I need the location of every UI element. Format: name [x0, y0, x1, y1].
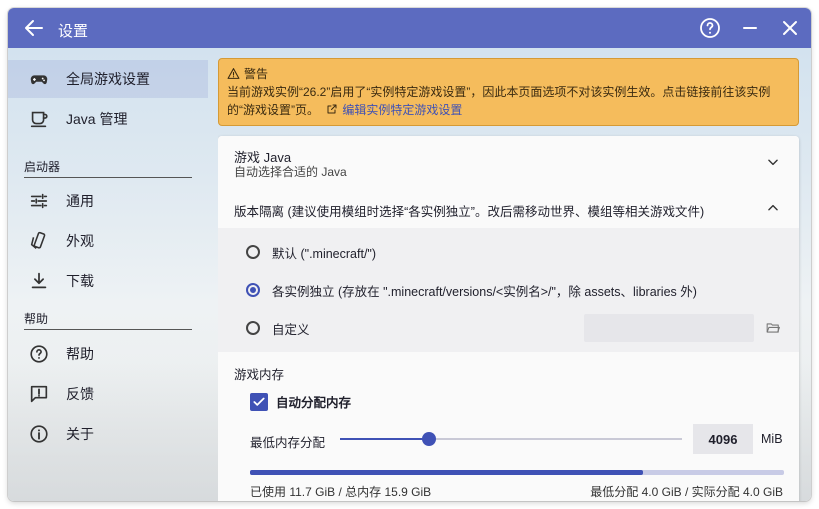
- version-isolation-row[interactable]: 版本隔离 (建议使用模组时选择“各实例独立”。改后需移动世界、模组等相关游戏文件…: [218, 188, 799, 228]
- warning-title: 警告: [244, 67, 269, 81]
- radio-label: 各实例独立 (存放在 ".minecraft/versions/<实例名>/"，…: [272, 284, 697, 299]
- sidebar: 全局游戏设置 Java 管理 启动器 通用 外观 下载 帮助 帮助 反馈 关于: [8, 48, 208, 501]
- radio-option-custom[interactable]: 自定义: [246, 318, 310, 338]
- radio-button[interactable]: [246, 245, 260, 259]
- radio-button[interactable]: [246, 321, 260, 335]
- warning-body: 当前游戏实例“26.2”启用了“实例特定游戏设置”，因此本页面选项不对该实例生效…: [227, 83, 792, 119]
- warning-header: 警告: [227, 65, 268, 82]
- version-isolation-options: 默认 (".minecraft/") 各实例独立 (存放在 ".minecraf…: [218, 228, 799, 353]
- sidebar-item-label: 全局游戏设置: [66, 71, 150, 87]
- sidebar-item-appearance[interactable]: 外观: [8, 222, 208, 260]
- edit-instance-settings-link[interactable]: 编辑实例特定游戏设置: [342, 103, 462, 117]
- memory-usage-text: 已使用 11.7 GiB / 总内存 15.9 GiB: [250, 485, 432, 499]
- info-icon: [30, 425, 48, 443]
- memory-slider-fill: [340, 438, 429, 440]
- settings-window: 设置 全局游戏设置 Java 管理 启动器 通用 外观 下载 帮助 帮助 反馈 …: [8, 8, 811, 501]
- chevron-up-icon[interactable]: [766, 201, 780, 215]
- auto-memory-label: 自动分配内存: [276, 396, 352, 410]
- sidebar-item-global-game-settings[interactable]: 全局游戏设置: [8, 60, 208, 98]
- cup-icon: [30, 111, 48, 128]
- sidebar-item-download[interactable]: 下载: [8, 262, 208, 300]
- download-icon: [31, 272, 47, 289]
- help-icon: [30, 345, 48, 363]
- auto-memory-checkbox[interactable]: [250, 392, 268, 411]
- external-link-icon: [327, 104, 337, 114]
- sidebar-item-label: 通用: [66, 193, 94, 209]
- minimize-icon[interactable]: [738, 16, 762, 40]
- memory-unit: MiB: [761, 432, 783, 446]
- min-memory-value-input[interactable]: 4096: [693, 424, 753, 454]
- radio-label: 默认 (".minecraft/"): [272, 246, 377, 261]
- check-icon: [253, 397, 265, 406]
- warning-banner: 警告 当前游戏实例“26.2”启用了“实例特定游戏设置”，因此本页面选项不对该实…: [218, 58, 799, 126]
- sidebar-item-help[interactable]: 帮助: [8, 335, 208, 373]
- sidebar-item-label: Java 管理: [66, 111, 128, 127]
- sidebar-item-general[interactable]: 通用: [8, 182, 208, 220]
- title-bar: 设置: [8, 8, 811, 48]
- folder-icon[interactable]: [766, 322, 780, 334]
- min-memory-label: 最低内存分配: [250, 436, 326, 450]
- sidebar-item-label: 外观: [66, 233, 94, 249]
- sidebar-item-label: 关于: [66, 426, 94, 442]
- custom-path-input[interactable]: [584, 314, 754, 342]
- version-isolation-title: 版本隔离 (建议使用模组时选择“各实例独立”。改后需移动世界、模组等相关游戏文件…: [234, 205, 705, 219]
- sidebar-item-label: 帮助: [66, 346, 94, 362]
- sidebar-item-feedback[interactable]: 反馈: [8, 375, 208, 413]
- radio-button[interactable]: [246, 283, 260, 297]
- memory-slider-track[interactable]: [340, 432, 682, 446]
- help-circle-icon[interactable]: [698, 16, 722, 40]
- memory-usage-bar: [250, 470, 784, 475]
- game-java-subtitle: 自动选择合适的 Java: [234, 165, 347, 179]
- game-memory-title: 游戏内存: [234, 368, 285, 382]
- radio-option-default[interactable]: 默认 (".minecraft/"): [246, 242, 376, 262]
- palette-icon: [30, 231, 46, 249]
- memory-slider-thumb[interactable]: [422, 432, 436, 446]
- settings-card: 游戏 Java 自动选择合适的 Java 版本隔离 (建议使用模组时选择“各实例…: [218, 136, 799, 501]
- feedback-icon: [30, 385, 48, 403]
- warning-triangle-icon: [227, 68, 240, 79]
- sidebar-item-java-management[interactable]: Java 管理: [8, 100, 208, 138]
- sliders-icon: [30, 193, 48, 209]
- section-heading-launcher: 启动器: [24, 158, 192, 178]
- sidebar-item-about[interactable]: 关于: [8, 415, 208, 453]
- sidebar-item-label: 下载: [66, 273, 94, 289]
- radio-label: 自定义: [272, 322, 310, 337]
- warning-text: 当前游戏实例“26.2”启用了“实例特定游戏设置”，因此本页面选项不对该实例生效…: [227, 85, 771, 117]
- chevron-down-icon[interactable]: [766, 155, 780, 169]
- auto-memory-checkbox-row[interactable]: 自动分配内存: [250, 392, 351, 411]
- radio-option-per-instance[interactable]: 各实例独立 (存放在 ".minecraft/versions/<实例名>/"，…: [246, 280, 697, 300]
- sidebar-item-label: 反馈: [66, 386, 94, 402]
- gamepad-icon: [30, 75, 48, 85]
- close-icon[interactable]: [778, 16, 802, 40]
- game-java-row[interactable]: 游戏 Java 自动选择合适的 Java: [218, 136, 799, 189]
- window-title: 设置: [58, 23, 89, 40]
- memory-allocation-text: 最低分配 4.0 GiB / 实际分配 4.0 GiB: [590, 485, 783, 499]
- game-memory-section: 游戏内存 自动分配内存 最低内存分配 4096 MiB 已使用 11.7 GiB…: [218, 352, 799, 501]
- memory-usage-fill: [250, 470, 644, 475]
- settings-content: 警告 当前游戏实例“26.2”启用了“实例特定游戏设置”，因此本页面选项不对该实…: [218, 48, 811, 501]
- min-memory-row: 最低内存分配 4096 MiB: [250, 424, 790, 454]
- section-heading-help: 帮助: [24, 310, 192, 330]
- back-arrow-icon[interactable]: [22, 16, 46, 40]
